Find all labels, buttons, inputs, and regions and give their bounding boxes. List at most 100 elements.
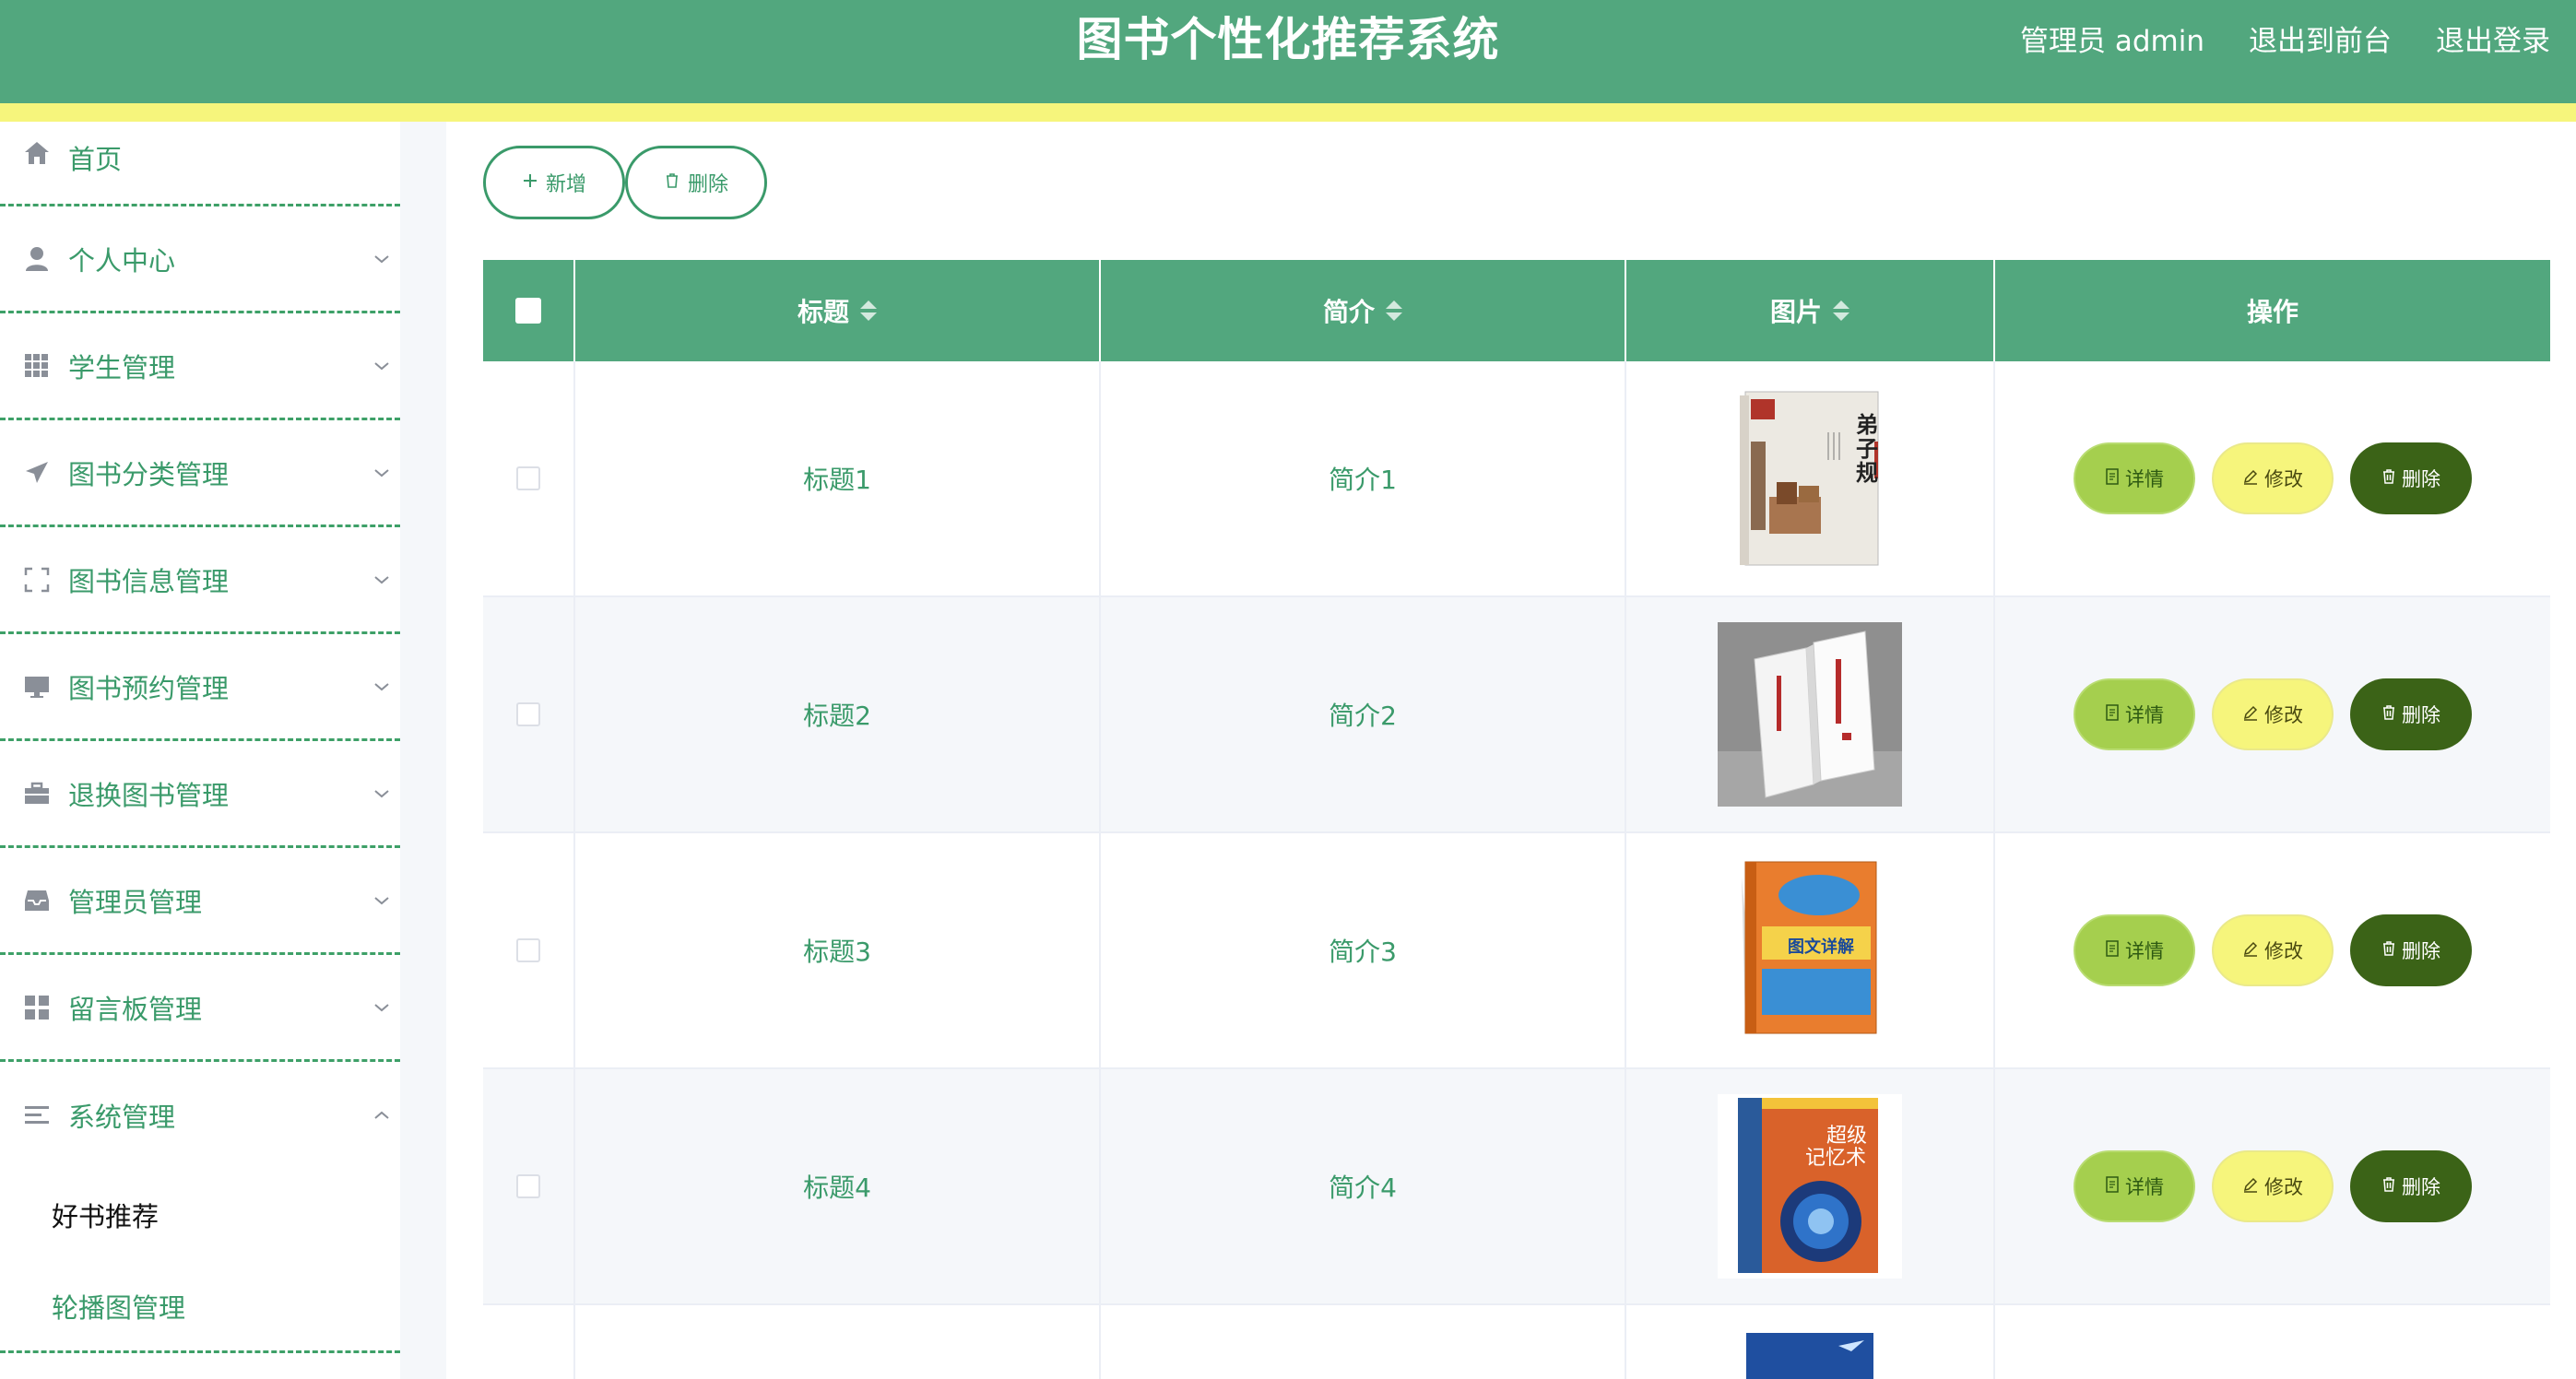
- chevron-up-icon: [374, 1111, 389, 1119]
- edit-button[interactable]: 修改: [2212, 1150, 2334, 1222]
- select-all-checkbox[interactable]: [515, 298, 541, 324]
- sidebar-item-profile[interactable]: 个人中心: [0, 206, 400, 313]
- table-row: 标题4 简介4 超级 记忆术 详情 修改 删除: [483, 1069, 2550, 1305]
- trash-icon: [2381, 939, 2396, 961]
- user-icon: [22, 244, 52, 274]
- book-cover-image[interactable]: [1718, 622, 1902, 807]
- column-header-label: 简介: [1322, 297, 1375, 327]
- chevron-down-icon: [374, 468, 389, 477]
- sidebar-item-book-info[interactable]: 图书信息管理: [0, 527, 400, 634]
- image-cell: 图文详解: [1626, 833, 1995, 1067]
- add-button[interactable]: 新增: [483, 146, 625, 219]
- detail-button[interactable]: 详情: [2074, 678, 2195, 750]
- book-cover-image[interactable]: 图文详解: [1718, 858, 1902, 1043]
- delete-button-label: 删除: [687, 173, 728, 196]
- pencil-icon: [2242, 467, 2259, 489]
- chevron-down-icon: [374, 896, 389, 904]
- detail-button-label: 详情: [2125, 940, 2164, 962]
- document-icon: [2105, 467, 2120, 489]
- intro-cell: 简介3: [1101, 833, 1626, 1067]
- sidebar-item-home[interactable]: 首页: [0, 122, 400, 206]
- edit-button[interactable]: 修改: [2212, 914, 2334, 986]
- sidebar-item-label: 图书分类管理: [68, 458, 230, 490]
- actions-cell: 详情 修改 删除: [1995, 833, 2550, 1067]
- column-header-actions: 操作: [1995, 260, 2550, 361]
- top-header: 图书个性化推荐系统 管理员 admin 退出到前台 退出登录: [0, 0, 2576, 103]
- delete-button[interactable]: 删除: [2350, 1150, 2472, 1222]
- sidebar-item-label: 图书预约管理: [68, 672, 230, 704]
- briefcase-icon: [22, 779, 52, 808]
- title-cell: 标题3: [575, 833, 1101, 1067]
- column-header-image[interactable]: 图片: [1626, 260, 1995, 361]
- sort-icon[interactable]: [860, 301, 877, 321]
- edit-button[interactable]: 修改: [2212, 442, 2334, 514]
- trash-icon: [2381, 703, 2396, 725]
- actions-cell: 详情 修改 删除: [1995, 361, 2550, 595]
- sidebar-item-label: 图书信息管理: [68, 565, 230, 597]
- home-icon: [22, 138, 52, 168]
- select-all-cell: [483, 260, 575, 361]
- sidebar-item-system[interactable]: 系统管理: [0, 1062, 400, 1169]
- delete-button[interactable]: 删除: [2350, 678, 2472, 750]
- detail-button[interactable]: 详情: [2074, 914, 2195, 986]
- cover-char-2: 子: [1856, 435, 1878, 462]
- inbox-icon: [22, 886, 52, 915]
- delete-button[interactable]: 删除: [2350, 442, 2472, 514]
- logout-link[interactable]: 退出登录: [2436, 18, 2550, 59]
- column-header-title[interactable]: 标题: [575, 260, 1101, 361]
- edit-button[interactable]: 修改: [2212, 678, 2334, 750]
- submenu-item-good-books[interactable]: 好书推荐: [0, 1169, 400, 1261]
- detail-button[interactable]: 详情: [2074, 442, 2195, 514]
- sidebar-item-book-reservation[interactable]: 图书预约管理: [0, 634, 400, 741]
- image-cell: 弟 子 规: [1626, 361, 1995, 595]
- edit-button-label: 修改: [2264, 1176, 2303, 1198]
- row-checkbox[interactable]: [516, 1174, 540, 1198]
- actions-cell: 详情 修改 删除: [1995, 597, 2550, 831]
- column-header-intro[interactable]: 简介: [1101, 260, 1626, 361]
- pencil-icon: [2242, 939, 2259, 961]
- intro-cell: 简介1: [1101, 361, 1626, 595]
- chevron-down-icon: [374, 361, 389, 370]
- paper-plane-icon: [22, 458, 52, 488]
- row-checkbox[interactable]: [516, 702, 540, 726]
- chevron-down-icon: [374, 575, 389, 583]
- image-cell: 超级 记忆术: [1626, 1069, 1995, 1303]
- edit-button-label: 修改: [2264, 468, 2303, 490]
- image-cell: [1626, 1305, 1995, 1379]
- actions-cell: 详情 修改 删除: [1995, 1069, 2550, 1303]
- row-checkbox[interactable]: [516, 466, 540, 490]
- sort-icon[interactable]: [1833, 301, 1849, 321]
- front-link[interactable]: 退出到前台: [2249, 18, 2392, 59]
- book-cover-image[interactable]: [1746, 1333, 1873, 1379]
- detail-button-label: 详情: [2125, 468, 2164, 490]
- sidebar-item-students[interactable]: 学生管理: [0, 313, 400, 420]
- batch-delete-button[interactable]: 删除: [625, 146, 767, 219]
- row-select-cell: [483, 361, 575, 595]
- cover-char-3: 规: [1856, 459, 1878, 486]
- book-cover-image[interactable]: 超级 记忆术: [1718, 1094, 1902, 1279]
- sidebar-item-message-board[interactable]: 留言板管理: [0, 955, 400, 1062]
- sidebar-item-book-category[interactable]: 图书分类管理: [0, 420, 400, 527]
- book-cover-image[interactable]: 弟 子 规: [1718, 386, 1902, 571]
- list-icon: [22, 1101, 52, 1130]
- delete-button[interactable]: 删除: [2350, 914, 2472, 986]
- actions-cell: [1995, 1305, 2550, 1379]
- row-checkbox[interactable]: [516, 938, 540, 962]
- add-button-label: 新增: [545, 173, 586, 196]
- table-header: 标题 简介 图片 操作: [483, 260, 2550, 361]
- sidebar-item-book-exchange[interactable]: 退换图书管理: [0, 741, 400, 848]
- sidebar-item-label: 个人中心: [68, 244, 176, 277]
- sidebar-item-label: 管理员管理: [68, 886, 203, 918]
- chevron-down-icon: [374, 1003, 389, 1011]
- sidebar-item-label: 学生管理: [68, 351, 176, 383]
- column-header-label: 操作: [2246, 297, 2298, 327]
- trash-icon: [664, 171, 680, 194]
- sidebar-item-admins[interactable]: 管理员管理: [0, 848, 400, 955]
- column-header-label: 标题: [797, 297, 849, 327]
- submenu-item-carousel[interactable]: 轮播图管理: [0, 1261, 400, 1353]
- detail-button[interactable]: 详情: [2074, 1150, 2195, 1222]
- data-table: 标题 简介 图片 操作 标题1 简介1 弟 子 规 详情 修改 删除 标题2 简…: [483, 260, 2550, 1379]
- table-row: 标题1 简介1 弟 子 规 详情 修改 删除: [483, 361, 2550, 597]
- sort-icon[interactable]: [1386, 301, 1402, 321]
- admin-label: 管理员 admin: [2020, 24, 2204, 58]
